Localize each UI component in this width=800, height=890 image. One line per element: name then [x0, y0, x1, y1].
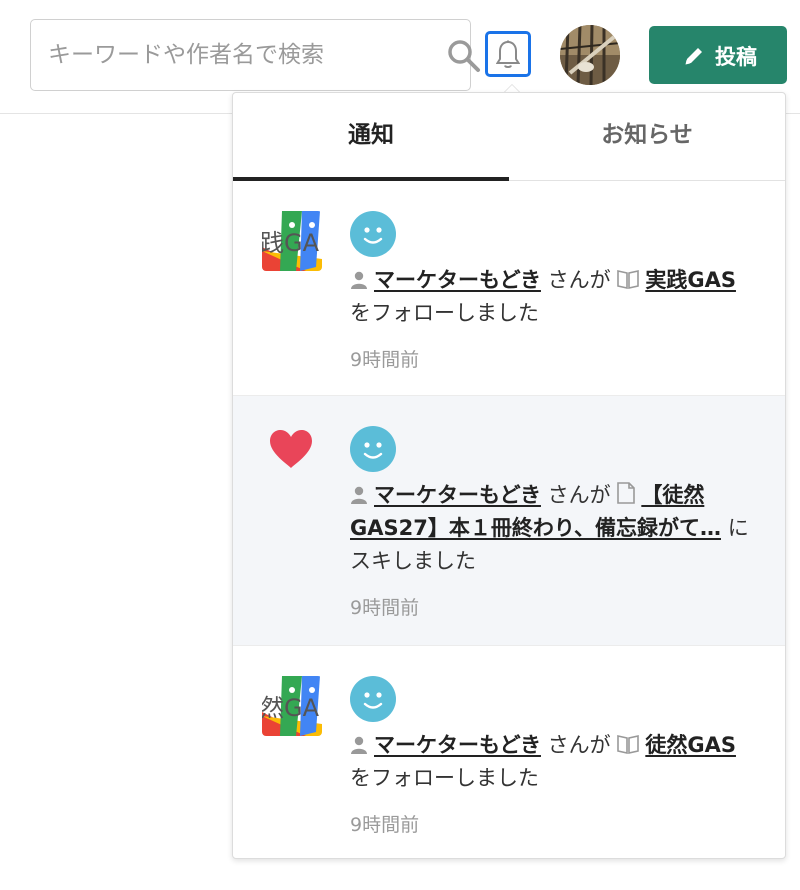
magazine-link[interactable]: 徒然GAS: [645, 733, 736, 757]
notification-bell-button[interactable]: [485, 31, 531, 77]
san-ga-text: さんが: [547, 733, 611, 757]
magazine-thumbnail: 然GA: [262, 676, 322, 736]
timestamp: 9時間前: [350, 597, 420, 619]
book-icon: [617, 270, 640, 289]
search-box[interactable]: [30, 19, 480, 91]
notification-item[interactable]: 然GA マーケターもどき さんが 徒然GAS をフォローしました 9時間前: [233, 646, 785, 858]
post-button[interactable]: 投稿: [649, 26, 787, 84]
notification-dropdown: 通知 お知らせ 践GA マーケターもどき さんが 実践GAS をフォローしました…: [232, 92, 786, 859]
user-link[interactable]: マーケターもどき: [374, 733, 541, 757]
notification-message: マーケターもどき さんが 【徒然GAS27】本１冊終わり、備忘録がて… にスキし…: [350, 479, 760, 578]
tab-notifications[interactable]: 通知: [233, 93, 509, 181]
timestamp: 9時間前: [350, 814, 420, 836]
thumbnail-text: 然GA: [262, 694, 320, 722]
user-link[interactable]: マーケターもどき: [374, 483, 541, 507]
thumbnail-text: 践GA: [262, 229, 320, 257]
notification-message: マーケターもどき さんが 徒然GAS をフォローしました: [350, 729, 760, 795]
avatar-image: [560, 25, 620, 85]
person-icon: [351, 736, 367, 754]
notification-item[interactable]: マーケターもどき さんが 【徒然GAS27】本１冊終わり、備忘録がて… にスキし…: [233, 396, 785, 646]
user-icon[interactable]: [350, 426, 396, 472]
magazine-link[interactable]: 実践GAS: [645, 268, 736, 292]
san-ga-text: さんが: [547, 483, 611, 507]
pencil-icon: [685, 48, 702, 65]
person-icon: [351, 271, 367, 289]
heart-icon: [270, 430, 312, 468]
search-input[interactable]: [31, 20, 411, 90]
person-icon: [351, 486, 367, 504]
bell-icon: [496, 40, 520, 68]
book-icon: [617, 735, 640, 754]
user-link[interactable]: マーケターもどき: [374, 268, 541, 292]
post-button-label: 投稿: [715, 45, 757, 69]
notification-message: マーケターもどき さんが 実践GAS をフォローしました: [350, 264, 760, 330]
magazine-thumbnail: 践GA: [262, 211, 322, 271]
timestamp: 9時間前: [350, 349, 420, 371]
document-icon: [617, 482, 636, 504]
search-icon[interactable]: [447, 39, 481, 73]
action-text: をフォローしました: [350, 766, 539, 790]
action-text: をフォローしました: [350, 301, 539, 325]
user-avatar[interactable]: [560, 25, 620, 85]
tab-announcements[interactable]: お知らせ: [509, 93, 785, 181]
notification-item[interactable]: 践GA マーケターもどき さんが 実践GAS をフォローしました 9時間前: [233, 181, 785, 396]
notification-tabs: 通知 お知らせ: [233, 93, 785, 181]
user-icon[interactable]: [350, 676, 396, 722]
user-icon[interactable]: [350, 211, 396, 257]
san-ga-text: さんが: [547, 268, 611, 292]
